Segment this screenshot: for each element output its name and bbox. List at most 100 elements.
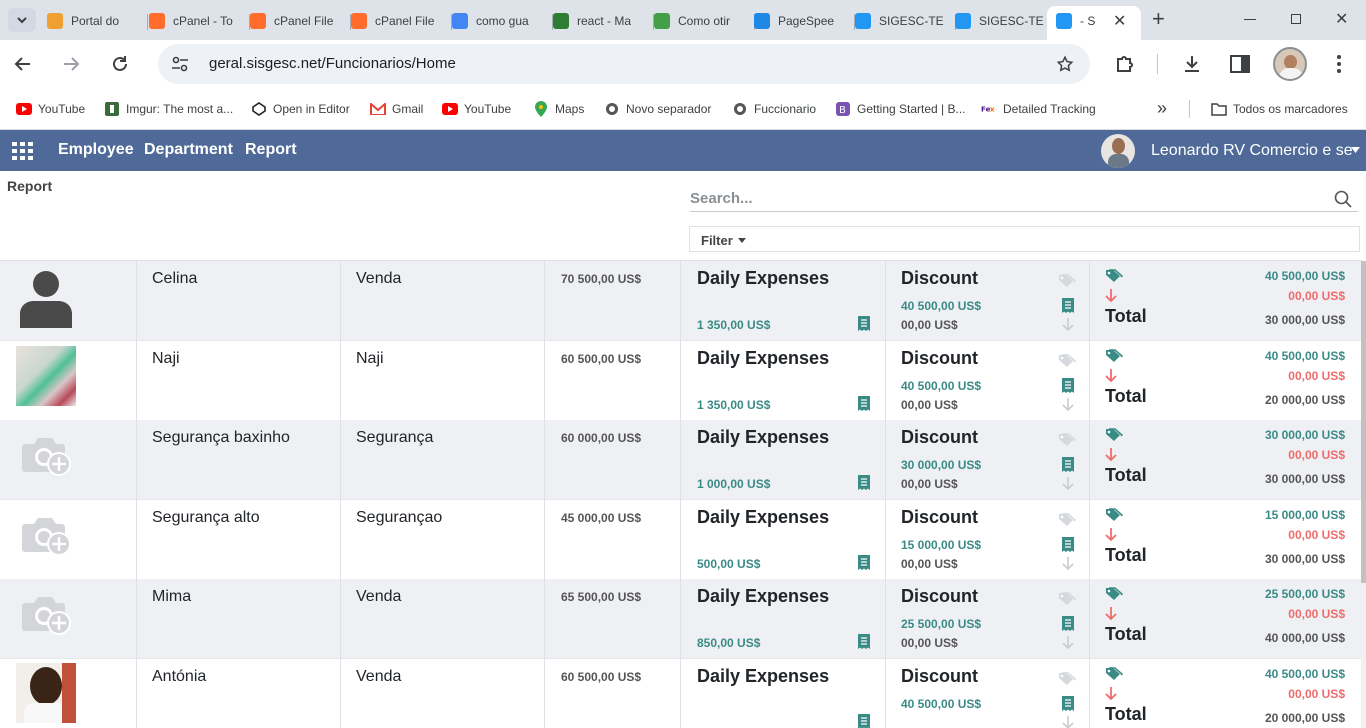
close-tab-icon[interactable]: ✕ xyxy=(1113,11,1126,31)
receipt-icon[interactable] xyxy=(858,396,870,416)
report-table: Celina Venda 70 500,00 US$ Daily Expenses 1 … xyxy=(0,260,1362,728)
browser-tab[interactable]: cPanel File xyxy=(250,8,351,34)
tab-title: react - Ma xyxy=(577,14,632,28)
bookmark-item[interactable]: YouTube xyxy=(16,100,85,118)
daily-expenses-value: 1 350,00 US$ xyxy=(697,398,771,412)
bookmark-item[interactable]: Fuccionario xyxy=(732,100,816,118)
browser-menu-icon[interactable] xyxy=(1337,55,1341,73)
browser-tab[interactable]: cPanel - To xyxy=(149,8,250,34)
side-panel-icon[interactable] xyxy=(1229,53,1251,75)
nav-employee[interactable]: Employee xyxy=(58,141,134,159)
table-row[interactable]: Segurança baxinho Segurança 60 000,00 US$ D… xyxy=(0,420,1362,500)
bookmark-item[interactable]: B Getting Started | B... xyxy=(835,100,966,118)
name-cell[interactable]: Mima xyxy=(137,579,341,659)
receipt-icon[interactable] xyxy=(858,634,870,654)
total-gain: 15 000,00 US$ xyxy=(1264,508,1345,522)
name-cell[interactable]: Segurança alto xyxy=(137,500,341,580)
download-icon[interactable] xyxy=(1181,53,1203,75)
user-avatar[interactable] xyxy=(1101,134,1135,168)
total-loss: 00,00 US$ xyxy=(1288,289,1345,303)
gmail-icon xyxy=(370,101,386,117)
back-arrow-icon[interactable] xyxy=(13,54,33,74)
table-row[interactable]: Mima Venda 65 500,00 US$ Daily Expenses 850,… xyxy=(0,579,1362,659)
app-menu-grid-icon[interactable] xyxy=(12,142,34,160)
forward-arrow-icon[interactable] xyxy=(61,54,81,74)
browser-tab[interactable]: react - Ma xyxy=(553,8,654,34)
receipt-icon[interactable] xyxy=(858,714,870,728)
bookmark-item[interactable]: Imgur: The most a... xyxy=(104,100,233,118)
caret-down-icon[interactable] xyxy=(1351,147,1360,153)
receipt-icon[interactable] xyxy=(1062,378,1074,398)
table-row[interactable]: Naji Naji 60 500,00 US$ Daily Expenses 1 350… xyxy=(0,341,1362,421)
receipt-icon[interactable] xyxy=(1062,616,1074,636)
bookmark-item[interactable]: Fe x Detailed Tracking xyxy=(981,100,1096,118)
receipt-icon[interactable] xyxy=(1062,696,1074,716)
new-tab-button[interactable]: + xyxy=(1152,6,1165,32)
bookmark-item[interactable]: Maps xyxy=(533,100,584,118)
browser-tab[interactable]: SIGESC-TE xyxy=(855,8,956,34)
receipt-icon[interactable] xyxy=(1062,457,1074,477)
employee-name[interactable]: Segurança baxinho xyxy=(152,429,290,447)
bookmark-star-icon[interactable] xyxy=(1056,55,1074,73)
address-bar[interactable]: geral.sisgesc.net/Funcionarios/Home xyxy=(158,44,1090,84)
url-text[interactable]: geral.sisgesc.net/Funcionarios/Home xyxy=(209,55,456,72)
profile-avatar[interactable] xyxy=(1273,47,1307,81)
employee-name[interactable]: Antónia xyxy=(152,668,206,686)
minimize-button[interactable] xyxy=(1244,19,1256,20)
table-row[interactable]: Celina Venda 70 500,00 US$ Daily Expenses 1 … xyxy=(0,261,1362,341)
nav-department[interactable]: Department xyxy=(144,141,233,159)
browser-tab[interactable]: SIGESC-TE xyxy=(955,8,1056,34)
more-bookmarks-icon[interactable]: » xyxy=(1157,98,1167,119)
receipt-icon[interactable] xyxy=(858,475,870,495)
add-photo-icon xyxy=(22,436,72,483)
search-bar[interactable] xyxy=(690,186,1358,212)
extensions-icon[interactable] xyxy=(1114,53,1136,75)
table-row[interactable]: Segurança alto Segurançao 45 000,00 US$ Dai… xyxy=(0,500,1362,580)
daily-expenses-value: 1 350,00 US$ xyxy=(697,318,771,332)
employee-name[interactable]: Mima xyxy=(152,588,191,606)
daily-expenses-label: Daily Expenses xyxy=(697,666,830,686)
restore-button[interactable] xyxy=(1291,14,1301,24)
bookmark-item[interactable]: Novo separador xyxy=(604,100,711,118)
table-row[interactable]: Antónia Venda 60 500,00 US$ Daily Expenses D… xyxy=(0,659,1362,728)
close-window-button[interactable]: ✕ xyxy=(1335,9,1348,29)
tab-title: cPanel - To xyxy=(173,14,233,28)
bookmark-item[interactable]: YouTube xyxy=(442,100,511,118)
browser-tab[interactable]: Portal do xyxy=(47,8,148,34)
total-cell: Total 15 000,00 US$ 00,00 US$ 30 000,00 US$ xyxy=(1090,500,1362,580)
site-settings-icon[interactable] xyxy=(171,56,189,72)
daily-expenses-value: 850,00 US$ xyxy=(697,636,761,650)
reload-icon[interactable] xyxy=(110,54,130,74)
employee-name[interactable]: Naji xyxy=(152,350,180,368)
receipt-icon[interactable] xyxy=(1062,298,1074,318)
tab-title: como gua xyxy=(476,14,529,28)
name-cell[interactable]: Celina xyxy=(137,261,341,341)
search-icon[interactable] xyxy=(1334,190,1352,208)
receipt-icon[interactable] xyxy=(858,316,870,336)
employee-name[interactable]: Segurança alto xyxy=(152,509,260,527)
bookmarks-divider xyxy=(1189,100,1190,118)
browser-tab[interactable]: PageSpee xyxy=(754,8,855,34)
filter-dropdown[interactable]: Filter xyxy=(689,226,1360,252)
browser-tab[interactable]: como gua xyxy=(452,8,553,34)
total-gain: 25 500,00 US$ xyxy=(1264,587,1345,601)
tab-search-button[interactable] xyxy=(8,8,36,32)
receipt-icon[interactable] xyxy=(858,555,870,575)
employee-name[interactable]: Celina xyxy=(152,270,197,288)
scrollbar-thumb[interactable] xyxy=(1361,261,1366,583)
browser-tab[interactable]: cPanel File xyxy=(351,8,452,34)
bookmark-item[interactable]: Gmail xyxy=(370,100,423,118)
daily-expenses-cell: Daily Expenses 1 000,00 US$ xyxy=(681,420,886,500)
bookmark-item[interactable]: Open in Editor xyxy=(251,100,350,118)
name-cell[interactable]: Segurança baxinho xyxy=(137,420,341,500)
search-input[interactable] xyxy=(690,186,1310,210)
avatar-cell xyxy=(0,659,137,728)
all-bookmarks[interactable]: Todos os marcadores xyxy=(1211,100,1348,118)
tab-active[interactable]: - S xyxy=(1056,8,1108,34)
user-menu[interactable]: Leonardo RV Comercio e se xyxy=(1151,142,1353,160)
browser-tab[interactable]: Como otir xyxy=(654,8,755,34)
nav-report[interactable]: Report xyxy=(245,141,297,159)
name-cell[interactable]: Antónia xyxy=(137,659,341,728)
name-cell[interactable]: Naji xyxy=(137,341,341,421)
receipt-icon[interactable] xyxy=(1062,537,1074,557)
